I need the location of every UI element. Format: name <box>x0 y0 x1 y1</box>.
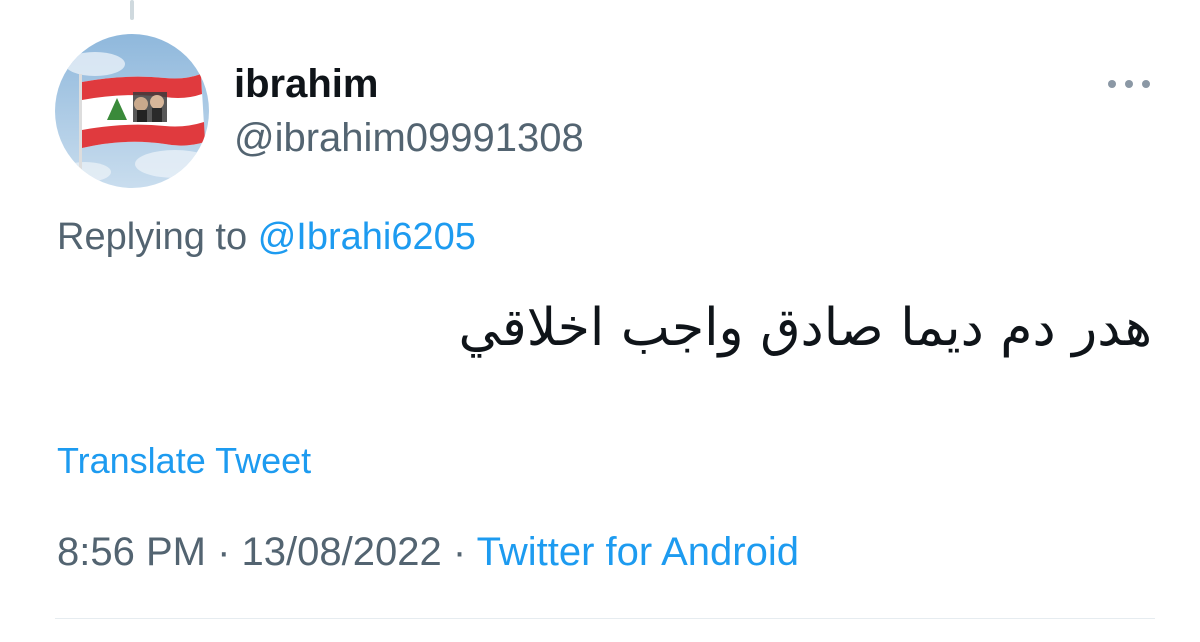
more-options-icon-dot <box>1142 80 1150 88</box>
user-handle[interactable]: @ibrahim09991308 <box>234 114 584 162</box>
more-options-icon <box>1108 80 1116 88</box>
tweet-text: هدر دم ديما صادق واجب اخلاقي <box>458 298 1152 358</box>
meta-separator: · <box>452 530 467 574</box>
replying-to-mention-link[interactable]: @Ibrahi6205 <box>258 216 476 258</box>
tweet-time[interactable]: 8:56 PM <box>57 530 206 574</box>
more-options-button[interactable] <box>1108 70 1150 98</box>
meta-separator: · <box>217 530 231 574</box>
more-options-icon-dot <box>1125 80 1133 88</box>
display-name[interactable]: ibrahim <box>234 60 378 108</box>
tweet-source-link[interactable]: Twitter for Android <box>477 530 799 574</box>
divider <box>55 618 1155 619</box>
thread-connector-line <box>130 0 134 20</box>
tweet-date[interactable]: 13/08/2022 <box>242 530 442 574</box>
replying-to-label: Replying to <box>57 216 248 258</box>
tweet-metadata: 8:56 PM · 13/08/2022 · Twitter for Andro… <box>57 528 799 576</box>
avatar[interactable] <box>55 34 209 188</box>
translate-tweet-link[interactable]: Translate Tweet <box>57 440 311 482</box>
replying-to-line: Replying to @Ibrahi6205 <box>57 214 476 260</box>
